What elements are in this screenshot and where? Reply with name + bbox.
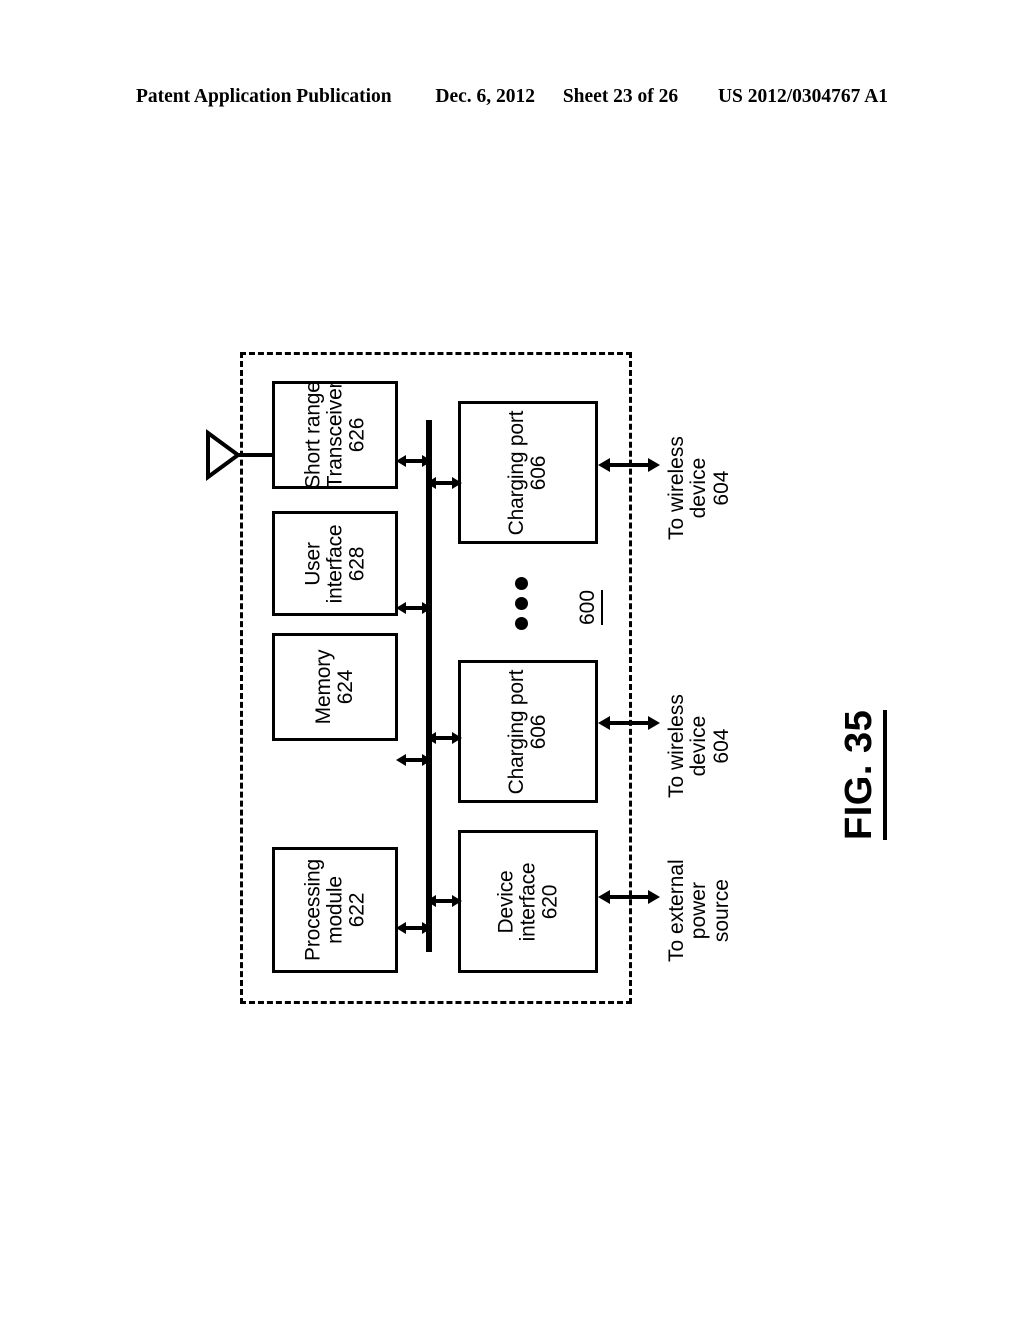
arrow-bus-to-device-interface xyxy=(426,895,462,907)
block-memory-label: Memory 624 xyxy=(312,649,357,725)
label-to-external-power-source: To external power source xyxy=(665,859,733,962)
block-short-range-transceiver-label: Short range Transceiver 626 xyxy=(301,381,368,489)
block-processing-module-label: Processing module 622 xyxy=(301,859,368,961)
block-charging-port-top-label: Charging port 606 xyxy=(505,410,550,535)
label-to-wireless-device-top: To wireless device 604 xyxy=(665,436,733,540)
arrow-bus-to-charging-port-bottom xyxy=(426,732,462,744)
vertical-ellipsis-icon xyxy=(515,577,528,637)
block-memory: Memory 624 xyxy=(272,633,398,741)
block-processing-module: Processing module 622 xyxy=(272,847,398,973)
system-reference-numeral: 600 xyxy=(576,589,603,625)
label-to-wireless-device-bottom: To wireless device 604 xyxy=(665,694,733,798)
arrow-transceiver-to-bus xyxy=(396,455,432,467)
arrow-memory-to-bus xyxy=(396,754,432,766)
block-charging-port-bottom-label: Charging port 606 xyxy=(505,669,550,794)
arrow-charging-port-top-external xyxy=(598,458,660,472)
arrow-charging-port-bottom-external xyxy=(598,716,660,730)
arrow-bus-to-charging-port-top xyxy=(426,477,462,489)
block-user-interface-label: User interface 628 xyxy=(301,524,368,603)
antenna-icon xyxy=(206,429,276,481)
block-device-interface: Device interface 620 xyxy=(458,830,598,973)
arrow-device-interface-external xyxy=(598,890,660,904)
system-bus-line xyxy=(426,420,432,952)
arrow-user-interface-to-bus xyxy=(396,602,432,614)
block-charging-port-bottom: Charging port 606 xyxy=(458,660,598,803)
patent-figure: Short range Transceiver 626 User interfa… xyxy=(0,0,1024,1320)
block-device-interface-label: Device interface 620 xyxy=(494,862,561,941)
arrow-processing-module-to-bus xyxy=(396,922,432,934)
block-user-interface: User interface 628 xyxy=(272,511,398,616)
block-short-range-transceiver: Short range Transceiver 626 xyxy=(272,381,398,489)
block-charging-port-top: Charging port 606 xyxy=(458,401,598,544)
figure-caption: FIG. 35 xyxy=(838,709,887,840)
